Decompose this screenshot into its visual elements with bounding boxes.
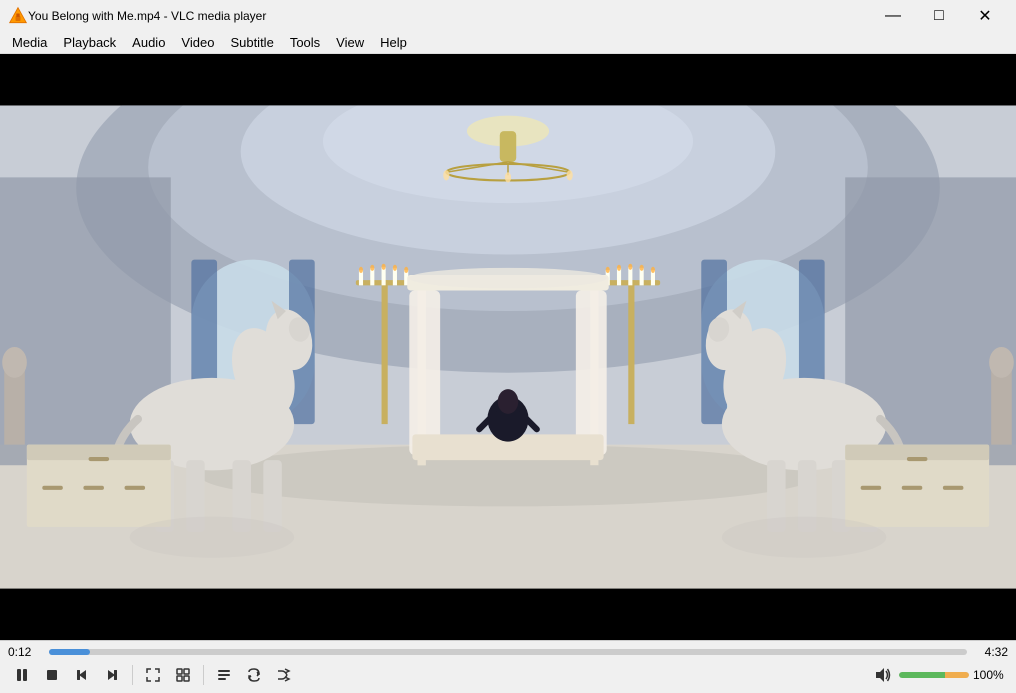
volume-bar[interactable] — [899, 672, 969, 678]
loop-button[interactable] — [240, 663, 268, 687]
window-controls: — □ ✕ — [870, 0, 1008, 32]
playlist-button[interactable] — [210, 663, 238, 687]
volume-label: 100% — [973, 668, 1008, 682]
maximize-button[interactable]: □ — [916, 0, 962, 32]
progress-bar[interactable] — [49, 649, 967, 655]
window-title: You Belong with Me.mp4 - VLC media playe… — [28, 9, 870, 23]
menu-tools[interactable]: Tools — [282, 33, 328, 52]
next-button[interactable] — [98, 663, 126, 687]
menu-playback[interactable]: Playback — [55, 33, 124, 52]
separator-2 — [203, 665, 204, 685]
video-area[interactable] — [0, 54, 1016, 640]
close-button[interactable]: ✕ — [962, 0, 1008, 32]
menu-audio[interactable]: Audio — [124, 33, 173, 52]
stop-button[interactable] — [38, 663, 66, 687]
menu-subtitle[interactable]: Subtitle — [222, 33, 281, 52]
extended-settings-button[interactable] — [169, 663, 197, 687]
buttons-row: 100% — [0, 661, 1016, 693]
video-content — [0, 54, 1016, 640]
controls-area: 0:12 4:32 — [0, 640, 1016, 693]
volume-green-fill — [899, 672, 945, 678]
timeline-row: 0:12 4:32 — [0, 641, 1016, 661]
fullscreen-button[interactable] — [139, 663, 167, 687]
volume-area: 100% — [871, 663, 1008, 687]
time-current: 0:12 — [8, 645, 43, 659]
titlebar: You Belong with Me.mp4 - VLC media playe… — [0, 0, 1016, 32]
pause-button[interactable] — [8, 663, 36, 687]
minimize-button[interactable]: — — [870, 0, 916, 32]
mute-button[interactable] — [871, 663, 895, 687]
volume-yellow-fill — [945, 672, 969, 678]
separator-1 — [132, 665, 133, 685]
vlc-logo-icon — [8, 6, 28, 26]
previous-button[interactable] — [68, 663, 96, 687]
progress-filled — [49, 649, 90, 655]
time-total: 4:32 — [973, 645, 1008, 659]
menu-help[interactable]: Help — [372, 33, 415, 52]
menu-media[interactable]: Media — [4, 33, 55, 52]
menubar: Media Playback Audio Video Subtitle Tool… — [0, 32, 1016, 54]
menu-video[interactable]: Video — [173, 33, 222, 52]
random-button[interactable] — [270, 663, 298, 687]
menu-view[interactable]: View — [328, 33, 372, 52]
